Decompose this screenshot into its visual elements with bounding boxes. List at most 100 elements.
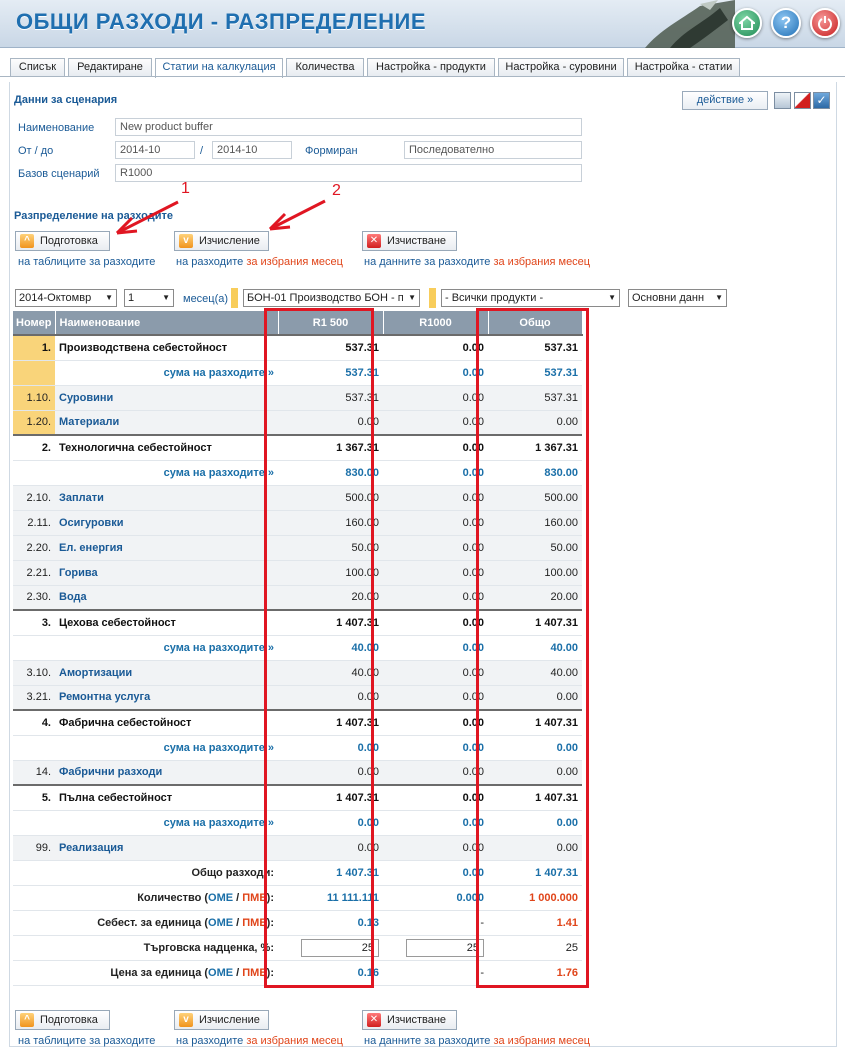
highlight-box-r1500 (264, 308, 374, 988)
ome-link[interactable]: ОМЕ (208, 917, 233, 929)
pme-link[interactable]: ПМЕ (242, 917, 266, 929)
confirm-icon[interactable]: ✓ (813, 92, 830, 109)
pme-link[interactable]: ПМЕ (242, 892, 266, 904)
dropdown-arrow-icon: ▼ (715, 293, 723, 302)
page-title: ОБЩИ РАЗХОДИ - РАЗПРЕДЕЛЕНИЕ (16, 9, 427, 34)
item-link[interactable]: Вода (55, 585, 278, 611)
formed-field[interactable]: Последователно (404, 141, 582, 159)
scenario-title: Данни за сценария (14, 94, 118, 106)
tab-quantities[interactable]: Количества (286, 58, 364, 77)
item-link[interactable]: Горива (55, 560, 278, 586)
sum-link[interactable]: сума на разходите » (55, 635, 278, 661)
cell-value: 0.00 (383, 735, 488, 761)
bird-logo-icon (645, 0, 735, 48)
calculate-subtitle-b: за избрания месец (246, 256, 343, 268)
unit-cost-label: Себест. за единица (ОМЕ / ПМЕ): (55, 910, 278, 936)
highlight-box-total (476, 308, 589, 988)
quantity-value: 0.000 (383, 885, 488, 911)
tab-calc-items[interactable]: Статии на калкулация (155, 58, 283, 78)
prepare-button[interactable]: ^ Подготовка (15, 231, 110, 251)
tab-settings-products[interactable]: Настройка - продукти (367, 58, 495, 77)
clear-subtitle-b: за избрания месец (493, 1035, 591, 1047)
calculate-button[interactable]: v Изчисление (174, 231, 269, 251)
row-number: 2.20. (13, 535, 55, 561)
clear-label: Изчистване (387, 235, 447, 247)
to-field[interactable]: 2014-10 (212, 141, 292, 159)
chevron-up-icon: ^ (20, 1013, 34, 1027)
logout-button[interactable] (810, 8, 840, 38)
calculate-button-bottom[interactable]: v Изчисление (174, 1010, 269, 1030)
row-number: 3.10. (13, 660, 55, 686)
row-number: 3. (13, 609, 55, 636)
month-count-value: 1 (128, 292, 135, 304)
prepare-button-bottom[interactable]: ^ Подготовка (15, 1010, 110, 1030)
edit-icon[interactable] (794, 92, 811, 109)
action-menu-button[interactable]: действие » (682, 91, 768, 110)
item-link[interactable]: Амортизации (55, 660, 278, 686)
item-link[interactable]: Материали (55, 410, 278, 436)
sum-link[interactable]: сума на разходите » (55, 735, 278, 761)
section-name: Производствена себестойност (55, 334, 278, 361)
row-number: 5. (13, 784, 55, 811)
total-value: 0.00 (383, 860, 488, 886)
cell-value: 0.00 (383, 660, 488, 686)
cell-value: 0.00 (383, 784, 488, 811)
row-number: 2.21. (13, 560, 55, 586)
item-link[interactable]: Фабрични разходи (55, 760, 278, 786)
item-link[interactable]: Ремонтна услуга (55, 685, 278, 711)
annotation-number: 2 (332, 182, 341, 199)
row-number (13, 810, 55, 836)
total-label: Общо разходи: (55, 860, 278, 886)
row-number (13, 885, 55, 911)
tab-settings-materials[interactable]: Настройка - суровини (498, 58, 624, 77)
tab-settings-items[interactable]: Настройка - статии (627, 58, 740, 77)
row-number: 2.30. (13, 585, 55, 611)
dropdown-arrow-icon: ▼ (162, 293, 170, 302)
cell-value: 0.00 (383, 434, 488, 461)
calculate-label: Изчисление (199, 1014, 260, 1026)
clear-button[interactable]: ✕ Изчистване (362, 231, 457, 251)
sum-link[interactable]: сума на разходите » (55, 360, 278, 386)
month-select[interactable]: 2014-Октомвр ▼ (15, 289, 117, 307)
home-button[interactable] (732, 8, 762, 38)
column-header[interactable]: Наименование (55, 311, 279, 335)
unit-select[interactable]: БОН-01 Производство БОН - п ▼ (243, 289, 420, 307)
clear-button-bottom[interactable]: ✕ Изчистване (362, 1010, 457, 1030)
row-number (13, 935, 55, 961)
pme-link[interactable]: ПМЕ (242, 967, 266, 979)
month-count-select[interactable]: 1 ▼ (124, 289, 174, 307)
sum-link[interactable]: сума на разходите » (55, 810, 278, 836)
tab-edit[interactable]: Редактиране (68, 58, 152, 77)
products-select-value: - Всички продукти - (445, 292, 544, 304)
cell-value: 0.00 (383, 635, 488, 661)
help-button[interactable]: ? (771, 8, 801, 38)
table-view-icon[interactable] (774, 92, 791, 109)
formed-label: Формиран (305, 145, 358, 157)
calculate-subtitle-a: на разходите (176, 1035, 247, 1047)
products-select[interactable]: - Всички продукти - ▼ (441, 289, 620, 307)
ome-link[interactable]: ОМЕ (208, 967, 233, 979)
markup-input[interactable]: 25 (406, 938, 484, 957)
cell-value: 0.00 (383, 609, 488, 636)
column-header[interactable]: Номер (13, 311, 56, 335)
cell-value: 0.00 (383, 385, 488, 411)
ome-link[interactable]: ОМЕ (208, 892, 233, 904)
name-field[interactable]: New product buffer (115, 118, 582, 136)
item-link[interactable]: Осигуровки (55, 510, 278, 536)
month-select-value: 2014-Октомвр (19, 292, 92, 304)
item-link[interactable]: Заплати (55, 485, 278, 511)
row-number: 1.10. (13, 385, 55, 411)
prepare-label: Подготовка (40, 235, 98, 247)
from-field[interactable]: 2014-10 (115, 141, 195, 159)
markup-cell: 25 (383, 935, 488, 961)
item-link[interactable]: Ел. енергия (55, 535, 278, 561)
sum-link[interactable]: сума на разходите » (55, 460, 278, 486)
item-link[interactable]: Реализация (55, 835, 278, 861)
tab-list[interactable]: Списък (10, 58, 65, 77)
cell-value: 0.00 (383, 709, 488, 736)
clear-label: Изчистване (387, 1014, 447, 1026)
item-link[interactable]: Суровини (55, 385, 278, 411)
column-header[interactable]: R1000 (383, 311, 489, 335)
view-select[interactable]: Основни данн ▼ (628, 289, 727, 307)
close-icon: ✕ (367, 234, 381, 248)
